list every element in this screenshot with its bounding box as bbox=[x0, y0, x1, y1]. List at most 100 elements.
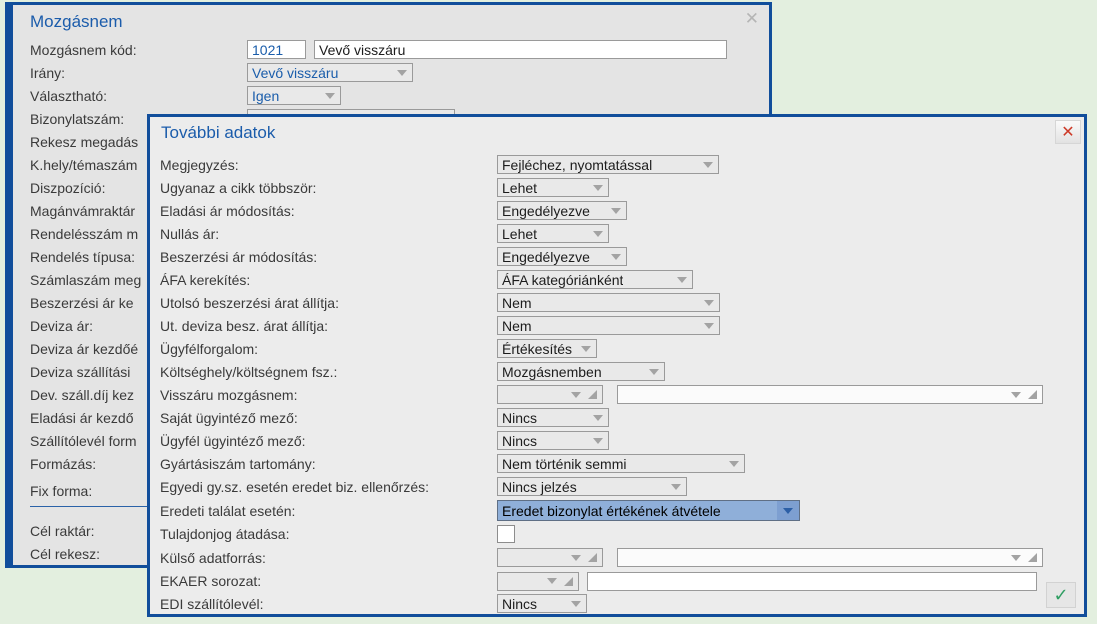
field-row-eladasi-ar-modositas: Eladási ár módosítás: Engedélyezve bbox=[160, 201, 1076, 220]
chevron-down-icon bbox=[783, 508, 793, 514]
dialog-title: Mozgásnem bbox=[30, 12, 123, 32]
egyedi-gysz-dropdown[interactable]: Nincs jelzés bbox=[497, 477, 687, 496]
ugyfelforgalom-dropdown[interactable]: Értékesítés bbox=[497, 339, 597, 358]
field-label: EDI szállítólevél: bbox=[160, 596, 497, 612]
visszaru-mozgasnem-nev-combo[interactable] bbox=[617, 385, 1043, 404]
field-row-egyedi-gysz: Egyedi gy.sz. esetén eredet biz. ellenőr… bbox=[160, 477, 1076, 496]
field-label: Beszerzési ár módosítás: bbox=[160, 249, 497, 265]
gyartasiszam-dropdown[interactable]: Nem történik semmi bbox=[497, 454, 745, 473]
kulso-adatforras-combo[interactable] bbox=[497, 548, 603, 567]
field-row-koltseghely: Költséghely/költségnem fsz.: Mozgásnembe… bbox=[160, 362, 1076, 381]
megjegyzes-dropdown[interactable]: Fejléchez, nyomtatással bbox=[497, 155, 719, 174]
field-row-sajat-ugyintezo: Saját ügyintéző mező: Nincs bbox=[160, 408, 1076, 427]
field-label: Gyártásiszám tartomány: bbox=[160, 456, 497, 472]
chevron-down-icon bbox=[704, 300, 714, 306]
edi-szallitolevel-dropdown[interactable]: Nincs bbox=[497, 594, 587, 613]
field-label: Ügyfélforgalom: bbox=[160, 341, 497, 357]
chevron-down-icon bbox=[325, 93, 335, 99]
ugyfel-ugyintezo-dropdown[interactable]: Nincs bbox=[497, 431, 609, 450]
close-icon: ✕ bbox=[1061, 122, 1074, 142]
chevron-down-icon bbox=[671, 484, 681, 490]
field-label: Saját ügyintéző mező: bbox=[160, 410, 497, 426]
beszerzesi-ar-modositas-dropdown[interactable]: Engedélyezve bbox=[497, 247, 627, 266]
chevron-down-icon bbox=[677, 277, 687, 283]
field-label: ÁFA kerekítés: bbox=[160, 272, 497, 288]
mozgasnem-kod-input[interactable]: 1021 bbox=[247, 40, 306, 59]
field-row-edi-szallitolevel: EDI szállítólevél: Nincs bbox=[160, 594, 1076, 613]
chevron-down-icon bbox=[611, 254, 621, 260]
irany-dropdown[interactable]: Vevő visszáru bbox=[247, 63, 413, 82]
field-row-gyartasiszam: Gyártásiszám tartomány: Nem történik sem… bbox=[160, 454, 1076, 473]
field-label: Költséghely/költségnem fsz.: bbox=[160, 364, 497, 380]
field-row-irany: Irány: Vevő visszáru bbox=[30, 63, 763, 82]
chevron-down-icon bbox=[611, 208, 621, 214]
field-label: EKAER sorozat: bbox=[160, 573, 497, 589]
field-row-ugyfelforgalom: Ügyfélforgalom: Értékesítés bbox=[160, 339, 1076, 358]
chevron-down-icon bbox=[1011, 392, 1021, 398]
chevron-down-icon bbox=[703, 162, 713, 168]
field-row-kulso-adatforras: Külső adatforrás: bbox=[160, 548, 1076, 567]
field-label: Visszáru mozgásnem: bbox=[160, 387, 497, 403]
chevron-down-icon bbox=[571, 392, 581, 398]
field-label: Eladási ár módosítás: bbox=[160, 203, 497, 219]
lookup-corner-icon bbox=[1028, 553, 1037, 562]
tovabbi-adatok-fields: Megjegyzés: Fejléchez, nyomtatással Ugya… bbox=[160, 155, 1076, 617]
field-row-utolso-beszerzesi: Utolsó beszerzési árat állítja: Nem bbox=[160, 293, 1076, 312]
mozgasnem-nev-input[interactable]: Vevő visszáru bbox=[314, 40, 727, 59]
field-label: Külső adatforrás: bbox=[160, 550, 497, 566]
chevron-down-icon bbox=[593, 231, 603, 237]
field-label: Nullás ár: bbox=[160, 226, 497, 242]
field-label: Irány: bbox=[30, 65, 247, 81]
chevron-down-icon bbox=[397, 70, 407, 76]
ut-deviza-dropdown[interactable]: Nem bbox=[497, 316, 720, 335]
chevron-down-icon bbox=[704, 323, 714, 329]
field-row-mozgasnem-kod: Mozgásnem kód: 1021 Vevő visszáru bbox=[30, 40, 763, 59]
lookup-corner-icon bbox=[564, 577, 573, 586]
kulso-adatforras-nev-combo[interactable] bbox=[617, 548, 1043, 567]
visszaru-mozgasnem-combo[interactable] bbox=[497, 385, 603, 404]
nullas-ar-dropdown[interactable]: Lehet bbox=[497, 224, 609, 243]
valaszthato-dropdown[interactable]: Igen bbox=[247, 86, 341, 105]
field-label: Megjegyzés: bbox=[160, 157, 497, 173]
chevron-down-icon bbox=[593, 438, 603, 444]
field-row-beszerzesi-ar-modositas: Beszerzési ár módosítás: Engedélyezve bbox=[160, 247, 1076, 266]
field-label: Ut. deviza besz. árat állítja: bbox=[160, 318, 497, 334]
field-label: Választható: bbox=[30, 88, 247, 104]
field-label: Mozgásnem kód: bbox=[30, 42, 247, 58]
koltseghely-dropdown[interactable]: Mozgásnemben bbox=[497, 362, 665, 381]
eladasi-ar-modositas-dropdown[interactable]: Engedélyezve bbox=[497, 201, 627, 220]
close-icon[interactable]: ✕ bbox=[745, 9, 759, 29]
field-row-tulajdonjog: Tulajdonjog átadása: bbox=[160, 525, 1076, 543]
field-label: Ügyfél ügyintéző mező: bbox=[160, 433, 497, 449]
field-row-nullas-ar: Nullás ár: Lehet bbox=[160, 224, 1076, 243]
ugyanaz-cikk-dropdown[interactable]: Lehet bbox=[497, 178, 609, 197]
field-row-valaszthato: Választható: Igen bbox=[30, 86, 763, 105]
field-label: Egyedi gy.sz. esetén eredet biz. ellenőr… bbox=[160, 479, 497, 495]
chevron-down-icon bbox=[729, 461, 739, 467]
afa-kerekites-dropdown[interactable]: ÁFA kategóriánként bbox=[497, 270, 693, 289]
chevron-down-icon bbox=[547, 578, 557, 584]
field-label: Eredeti találat esetén: bbox=[160, 503, 497, 519]
chevron-down-icon bbox=[1011, 555, 1021, 561]
utolso-beszerzesi-dropdown[interactable]: Nem bbox=[497, 293, 720, 312]
chevron-down-icon bbox=[593, 185, 603, 191]
confirm-button[interactable]: ✓ bbox=[1046, 582, 1076, 608]
ekaer-sorozat-input[interactable] bbox=[587, 572, 1037, 591]
field-label: Ugyanaz a cikk többször: bbox=[160, 180, 497, 196]
field-row-afa-kerekites: ÁFA kerekítés: ÁFA kategóriánként bbox=[160, 270, 1076, 289]
sajat-ugyintezo-dropdown[interactable]: Nincs bbox=[497, 408, 609, 427]
eredeti-talalat-dropdown[interactable]: Eredet bizonylat értékének átvétele bbox=[497, 500, 800, 521]
lookup-corner-icon bbox=[588, 553, 597, 562]
field-row-ugyfel-ugyintezo: Ügyfél ügyintéző mező: Nincs bbox=[160, 431, 1076, 450]
tulajdonjog-checkbox[interactable] bbox=[497, 525, 515, 543]
tovabbi-adatok-dialog: További adatok ✕ Megjegyzés: Fejléchez, … bbox=[147, 114, 1087, 617]
lookup-corner-icon bbox=[588, 390, 597, 399]
field-row-ekaer-sorozat: EKAER sorozat: bbox=[160, 571, 1076, 591]
field-row-eredeti-talalat: Eredeti találat esetén: Eredet bizonylat… bbox=[160, 500, 1076, 521]
ekaer-sorozat-combo[interactable] bbox=[497, 572, 579, 591]
field-row-visszaru-mozgasnem: Visszáru mozgásnem: bbox=[160, 385, 1076, 404]
close-button[interactable]: ✕ bbox=[1055, 120, 1081, 144]
confirm-check-icon: ✓ bbox=[1053, 585, 1068, 606]
field-label: Tulajdonjog átadása: bbox=[160, 526, 497, 542]
chevron-down-icon bbox=[649, 369, 659, 375]
